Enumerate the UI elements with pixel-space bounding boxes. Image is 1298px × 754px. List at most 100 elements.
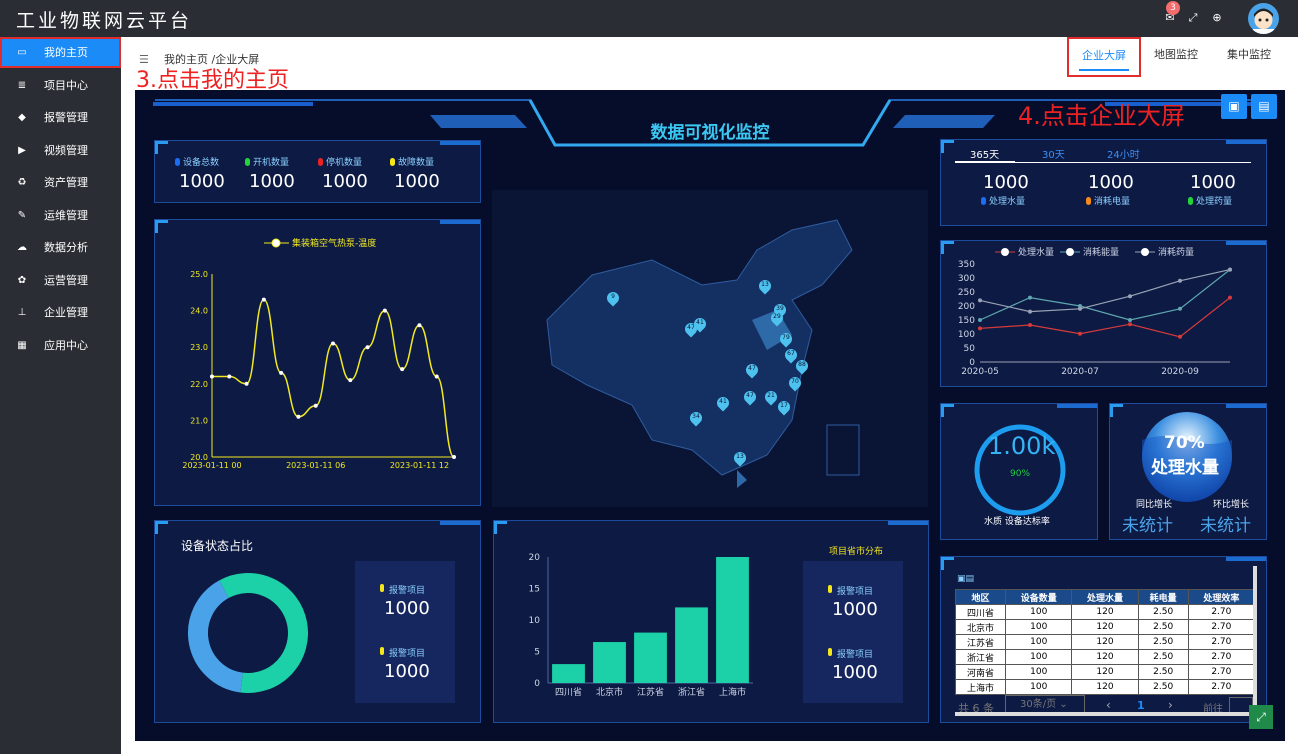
china-map[interactable] xyxy=(492,190,928,507)
data-point[interactable] xyxy=(1028,295,1032,300)
time-tab-0[interactable]: 365天 xyxy=(970,146,999,161)
data-point[interactable] xyxy=(978,298,982,303)
data-point[interactable] xyxy=(1078,331,1082,336)
card-label: 报警项目 xyxy=(837,650,874,660)
stat-label: 故障数量 xyxy=(390,155,434,168)
data-point[interactable] xyxy=(1128,294,1132,299)
data-point[interactable] xyxy=(227,374,232,379)
data-point[interactable] xyxy=(1078,306,1082,311)
data-point[interactable] xyxy=(244,381,249,386)
prev-page-button[interactable]: ‹ xyxy=(1106,698,1111,712)
data-point[interactable] xyxy=(1128,318,1132,322)
map-marker-label: 21 xyxy=(767,392,775,399)
pie-slice[interactable] xyxy=(219,573,308,693)
map-marker-label: 70 xyxy=(791,378,799,385)
time-tab-1[interactable]: 30天 xyxy=(1042,146,1065,161)
data-point[interactable] xyxy=(279,370,284,375)
map-marker-label: 88 xyxy=(798,361,806,368)
data-point[interactable] xyxy=(348,378,353,383)
current-page[interactable]: 1 xyxy=(1137,699,1145,712)
data-point[interactable] xyxy=(417,323,422,328)
stat-label-text: 设备总数 xyxy=(183,158,220,168)
data-point[interactable] xyxy=(452,455,456,459)
table-cell: 120 xyxy=(1071,634,1139,650)
table-cell: 浙江省 xyxy=(954,649,1007,665)
data-point[interactable] xyxy=(210,374,214,379)
next-page-button[interactable]: › xyxy=(1168,698,1173,712)
data-point[interactable] xyxy=(382,308,387,313)
y-tick-label: 23.0 xyxy=(190,343,208,352)
app-title: 工业物联网云平台 xyxy=(16,10,193,32)
sidebar-item-8[interactable]: ⊥ 企业管理 xyxy=(0,297,121,328)
data-point[interactable] xyxy=(1178,334,1182,339)
status-dot xyxy=(245,158,250,166)
x-tick-label: 浙江省 xyxy=(678,686,705,698)
data-point[interactable] xyxy=(1028,309,1032,314)
data-point[interactable] xyxy=(978,326,982,331)
bar[interactable] xyxy=(593,642,626,683)
data-point[interactable] xyxy=(296,414,301,419)
sidebar-item-7[interactable]: ✿ 运营管理 xyxy=(0,265,121,296)
sidebar-item-9[interactable]: ▦ 应用中心 xyxy=(0,330,121,361)
sidebar-item-5[interactable]: ✎ 运维管理 xyxy=(0,200,121,231)
table-hscrollbar[interactable] xyxy=(955,712,1255,716)
table-cell: 江苏省 xyxy=(954,634,1007,650)
data-point[interactable] xyxy=(365,345,370,350)
bar[interactable] xyxy=(675,607,708,683)
bar[interactable] xyxy=(716,557,749,683)
table-row[interactable]: 河南省 100 120 2.50 2.70 xyxy=(954,664,1256,680)
table-row[interactable]: 江苏省 100 120 2.50 2.70 xyxy=(954,634,1256,650)
table-cell: 100 xyxy=(1005,604,1073,620)
export-image-button[interactable]: ▣ xyxy=(1221,94,1247,119)
data-point[interactable] xyxy=(331,341,335,346)
data-point[interactable] xyxy=(400,367,405,372)
sidebar: ▭ 我的主页 ≣ 项目中心 ◆ 报警管理 ▶ 视频管理 ♻ 资产管理 ✎ 运维管理 ☁ 数据分析 ✿ 运营管理… xyxy=(0,37,121,754)
tab-enterprise-screen[interactable]: 企业大屏 xyxy=(1067,37,1141,77)
table-cell: 2.70 xyxy=(1187,664,1256,680)
legend-marker xyxy=(1141,248,1149,256)
usage-label: 消耗电量 xyxy=(1086,194,1130,207)
sidebar-item-1[interactable]: ≣ 项目中心 xyxy=(0,70,121,101)
data-point[interactable] xyxy=(1228,295,1232,300)
table-row[interactable]: 北京市 100 120 2.50 2.70 xyxy=(954,619,1256,635)
data-point[interactable] xyxy=(1178,306,1182,311)
gauge-label: 水质 设备达标率 xyxy=(984,517,1050,527)
sidebar-item-6[interactable]: ☁ 数据分析 xyxy=(0,232,121,263)
data-point[interactable] xyxy=(313,403,318,408)
tab-map-monitor[interactable]: 地图监控 xyxy=(1154,46,1198,62)
bar[interactable] xyxy=(552,664,585,683)
expand-icon[interactable]: ⤢ xyxy=(1249,705,1273,729)
region-table: 地区 设备数量 处理水量 耗电量 处理效率 四川省 100 120 2.50 2.70 北京市 100… xyxy=(954,589,1256,695)
pie-slice[interactable] xyxy=(188,580,244,693)
table-row[interactable]: 浙江省 100 120 2.50 2.70 xyxy=(954,649,1256,665)
bar[interactable] xyxy=(634,632,667,683)
data-point[interactable] xyxy=(978,318,982,322)
tab-central-monitor[interactable]: 集中监控 xyxy=(1227,46,1271,62)
time-tab-2[interactable]: 24小时 xyxy=(1107,146,1140,161)
data-point[interactable] xyxy=(261,297,266,302)
table-row[interactable]: 上海市 100 120 2.50 2.70 xyxy=(954,679,1256,695)
table-cell: 北京市 xyxy=(954,619,1007,635)
avatar[interactable] xyxy=(1248,3,1279,34)
table-header: 处理效率 xyxy=(1187,589,1256,605)
sidebar-item-4[interactable]: ♻ 资产管理 xyxy=(0,167,121,198)
sidebar-item-label: 运营管理 xyxy=(44,273,88,287)
energy-line-chart: 0501001502002503003502020-05 2020-07 2020-… xyxy=(958,246,1232,377)
sidebar-item-0[interactable]: ▭ 我的主页 xyxy=(0,37,121,68)
sidebar-item-3[interactable]: ▶ 视频管理 xyxy=(0,135,121,166)
data-point[interactable] xyxy=(1128,322,1132,327)
fullscreen-icon[interactable]: ⤢ xyxy=(1186,11,1200,25)
stat-label-text: 故障数量 xyxy=(398,158,435,168)
export-pdf-button[interactable]: ▤ xyxy=(1251,94,1277,119)
data-point[interactable] xyxy=(1028,323,1032,328)
data-point[interactable] xyxy=(1178,278,1182,283)
data-point[interactable] xyxy=(434,374,439,379)
table-row[interactable]: 四川省 100 120 2.50 2.70 xyxy=(954,604,1256,620)
table-toolbar-icon[interactable]: ▣▤ xyxy=(957,574,974,584)
data-point[interactable] xyxy=(1228,267,1232,272)
globe-icon[interactable]: ⊕ xyxy=(1210,11,1224,25)
y-tick-label: 25.0 xyxy=(190,270,208,279)
table-scrollbar[interactable] xyxy=(1253,566,1257,706)
sidebar-item-2[interactable]: ◆ 报警管理 xyxy=(0,102,121,133)
legend-marker xyxy=(271,238,281,248)
